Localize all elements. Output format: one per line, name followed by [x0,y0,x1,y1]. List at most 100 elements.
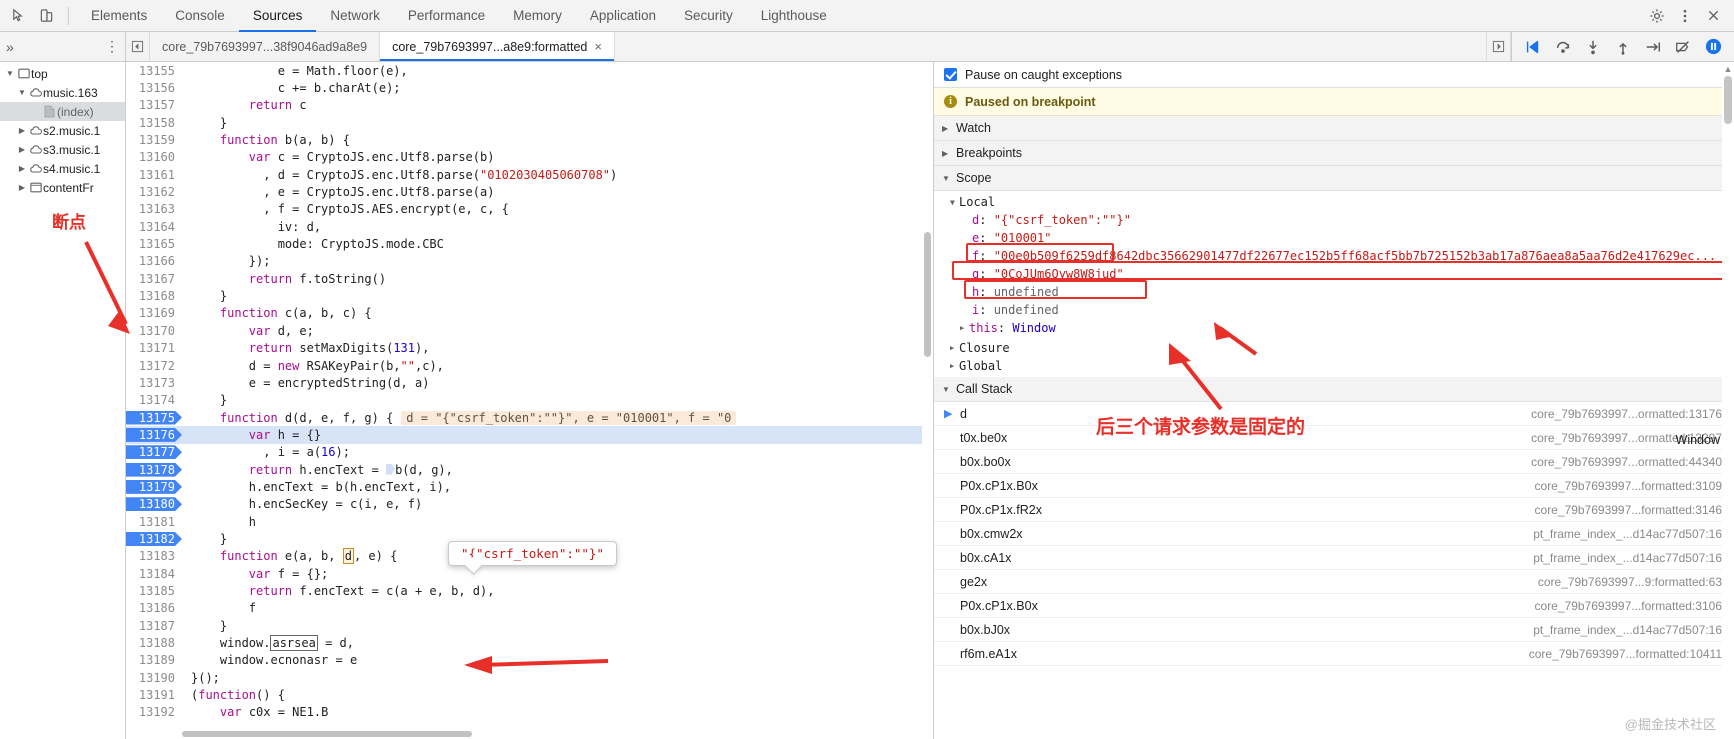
tab-security[interactable]: Security [670,0,747,32]
code-text[interactable]: function d(d, e, f, g) {d = "{"csrf_toke… [183,410,933,425]
line-number[interactable]: 13167 [126,271,182,286]
line-number[interactable]: 13181 [126,514,182,529]
code-text[interactable]: function b(a, b) { [183,133,933,147]
code-line[interactable]: 13187 } [126,617,933,634]
line-number[interactable]: 13182 [126,532,182,546]
code-text[interactable]: mode: CryptoJS.mode.CBC [183,237,933,251]
line-number[interactable]: 13169 [126,306,182,321]
call-stack-frame[interactable]: b0x.bo0x core_79b7693997...ormatted:44340 [934,450,1734,474]
section-breakpoints[interactable]: ▶ Breakpoints [934,141,1734,166]
tree-item-index[interactable]: (index) [0,102,125,121]
call-stack-frame[interactable]: ▶ d core_79b7693997...ormatted:13176 [934,402,1734,426]
line-number[interactable]: 13189 [126,653,182,668]
code-editor[interactable]: 13155 e = Math.floor(e), 13156 c += b.cha… [126,62,934,739]
scope-variable-d[interactable]: d: "{"csrf_token":""}" [934,211,1734,229]
line-number[interactable]: 13157 [126,98,182,113]
call-stack-frame[interactable]: b0x.bJ0x pt_frame_index_...d14ac77d507:16 [934,618,1734,642]
line-number[interactable]: 13168 [126,289,182,304]
code-text[interactable]: var c = CryptoJS.enc.Utf8.parse(b) [183,150,933,164]
code-line[interactable]: 13157 return c [126,97,933,114]
call-stack-frame[interactable]: P0x.cP1x.B0x core_79b7693997...formatted:… [934,594,1734,618]
code-text[interactable]: } [183,289,933,303]
line-number[interactable]: 13161 [126,167,182,182]
call-stack-frame[interactable]: ge2x core_79b7693997...9:formatted:63 [934,570,1734,594]
chevron-right-icon[interactable]: ▶ [950,344,959,352]
tree-item-music163[interactable]: ▼ music.163 [0,83,125,102]
pause-on-caught-exceptions-checkbox[interactable] [944,68,957,81]
close-icon[interactable]: × [594,39,602,54]
code-text[interactable]: var h = {} [183,428,933,442]
code-text[interactable]: return f.encText = c(a + e, b, d), [183,584,933,598]
code-text[interactable]: , i = a(16); [183,445,933,459]
line-number[interactable]: 13158 [126,115,182,130]
code-line[interactable]: 13177 , i = a(16); [126,444,933,461]
scope-variable-h[interactable]: h: undefined [934,283,1734,301]
code-line[interactable]: 13180 h.encSecKey = c(i, e, f) [126,496,933,513]
scrollbar-thumb[interactable] [924,232,931,357]
file-tab-core[interactable]: core_79b7693997...38f9046ad9a8e9 [150,32,381,61]
chevron-right-icon[interactable]: ▶ [16,164,28,173]
line-number[interactable]: 13159 [126,133,182,148]
scrollbar-thumb[interactable] [182,731,472,737]
call-stack-frame[interactable]: P0x.cP1x.fR2x core_79b7693997...formatted… [934,498,1734,522]
code-line[interactable]: 13160 var c = CryptoJS.enc.Utf8.parse(b) [126,149,933,166]
call-stack-frame[interactable]: rf6m.eA1x core_79b7693997...formatted:104… [934,642,1734,666]
line-number[interactable]: 13177 [126,445,182,459]
code-line[interactable]: 13172 d = new RSAKeyPair(b,"",c), [126,357,933,374]
step-button[interactable] [1642,36,1664,58]
nav-prev-icon[interactable] [126,32,150,61]
editor-vertical-scrollbar[interactable] [922,62,933,739]
call-stack-frame[interactable]: b0x.cmw2x pt_frame_index_...d14ac77d507:1… [934,522,1734,546]
pause-on-exceptions-button[interactable] [1702,36,1724,58]
code-line[interactable]: 13165 mode: CryptoJS.mode.CBC [126,235,933,252]
chevron-right-icon[interactable]: ▶ [16,145,28,154]
tab-network[interactable]: Network [316,0,394,32]
call-stack-frame[interactable]: b0x.cA1x pt_frame_index_...d14ac77d507:16 [934,546,1734,570]
code-line[interactable]: 13155 e = Math.floor(e), [126,62,933,79]
resume-script-execution-button[interactable] [1522,36,1544,58]
line-number[interactable]: 13163 [126,202,182,217]
code-line[interactable]: 13158 } [126,114,933,131]
code-line[interactable]: 13164 iv: d, [126,218,933,235]
tab-console[interactable]: Console [161,0,239,32]
code-text[interactable]: , e = CryptoJS.enc.Utf8.parse(a) [183,185,933,199]
line-number[interactable]: 13191 [126,688,182,703]
line-number[interactable]: 13180 [126,497,182,511]
chevron-right-icon[interactable]: ▶ [16,126,28,135]
scope-variable-g[interactable]: g: "0CoJUm6Qyw8W8jud" [934,265,1734,283]
line-number[interactable]: 13155 [126,63,182,78]
line-number[interactable]: 13170 [126,323,182,338]
deactivate-breakpoints-button[interactable] [1672,36,1694,58]
section-scope[interactable]: ▼ Scope [934,166,1734,191]
code-text[interactable]: iv: d, [183,220,933,234]
chevron-down-icon[interactable]: ▼ [4,69,16,78]
code-text[interactable]: }(); [183,671,933,685]
code-line[interactable]: 13190}(); [126,669,933,686]
scope-closure[interactable]: ▶ Closure [934,339,1734,357]
hovered-token[interactable]: d [342,548,354,565]
tab-sources[interactable]: Sources [239,0,317,32]
gear-icon[interactable] [1644,3,1670,29]
line-number[interactable]: 13165 [126,237,182,252]
code-text[interactable]: e = encryptedString(d, a) [183,376,933,390]
close-icon[interactable] [1700,3,1726,29]
code-line[interactable]: 13156 c += b.charAt(e); [126,79,933,96]
code-line[interactable]: 13175 function d(d, e, f, g) {d = "{"csr… [126,409,933,426]
line-number[interactable]: 13190 [126,670,182,685]
scope-variable-i[interactable]: i: undefined [934,301,1734,319]
expand-navigator-button[interactable]: » [6,39,14,55]
call-stack-frame[interactable]: P0x.cP1x.B0x core_79b7693997...formatted:… [934,474,1734,498]
code-line[interactable]: 13189 window.ecnonasr = e [126,652,933,669]
code-text[interactable]: window. asrsea = d, [183,635,933,652]
line-number[interactable]: 13174 [126,393,182,408]
scrollbar-thumb[interactable] [1724,76,1732,124]
code-line[interactable]: 13163 , f = CryptoJS.AES.encrypt(e, c, { [126,201,933,218]
tree-item-s4music[interactable]: ▶ s4.music.1 [0,159,125,178]
line-number[interactable]: 13175 [126,411,182,425]
line-number[interactable]: 13166 [126,254,182,269]
line-number[interactable]: 13176 [126,428,182,442]
code-line[interactable]: 13192 var c0x = NE1.B [126,704,933,721]
code-line[interactable]: 13169 function c(a, b, c) { [126,305,933,322]
chevron-right-icon[interactable]: ▶ [950,362,959,370]
line-number[interactable]: 13162 [126,185,182,200]
